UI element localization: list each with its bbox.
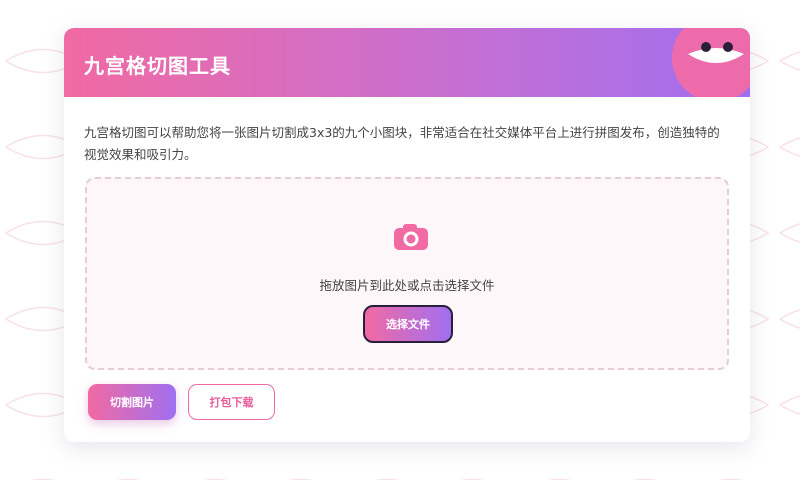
mascot-icon [672,28,750,97]
page-title: 九宫格切图工具 [84,54,231,78]
card-header: 九宫格切图工具 [64,28,750,97]
action-bar: 切割图片 打包下载 [88,384,275,420]
dropzone-instruction: 拖放图片到此处或点击选择文件 [319,278,495,293]
camera-icon [394,224,428,250]
cut-image-button[interactable]: 切割图片 [88,384,176,420]
tool-description: 九宫格切图可以帮助您将一张图片切割成3x3的九个小图块，非常适合在社交媒体平台上… [84,125,720,162]
select-file-button[interactable]: 选择文件 [363,305,453,343]
download-zip-button[interactable]: 打包下载 [188,384,275,420]
tool-card: 九宫格切图工具 九宫格切图可以帮助您将一张图片切割成3x3的九个小图块，非常适合… [64,28,750,442]
upload-dropzone[interactable]: 拖放图片到此处或点击选择文件 选择文件 [85,177,729,370]
